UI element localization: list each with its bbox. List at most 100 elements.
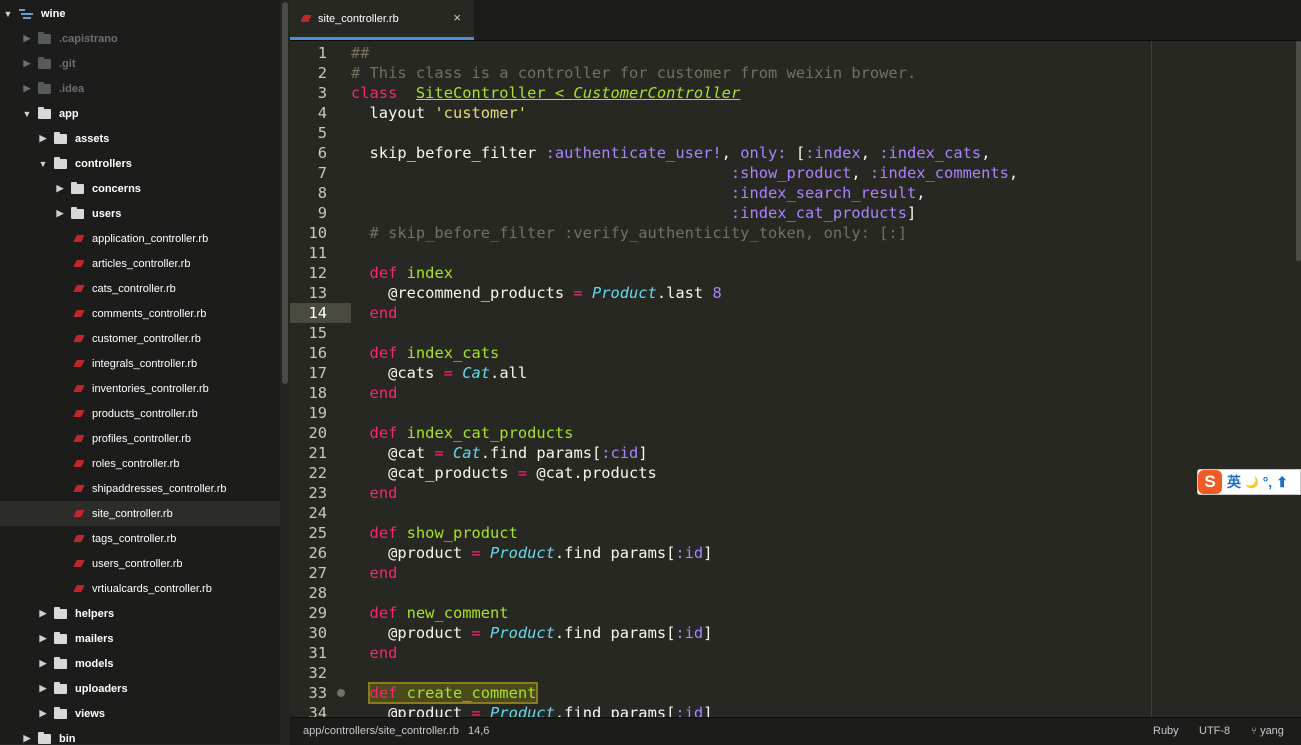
chevron-right-icon[interactable]: ▶ xyxy=(22,83,32,94)
code-line[interactable]: 23 end xyxy=(290,483,1301,503)
tree-file[interactable]: cats_controller.rb xyxy=(0,276,280,301)
code-line[interactable]: 12 def index xyxy=(290,263,1301,283)
chevron-right-icon[interactable]: ▶ xyxy=(38,708,48,719)
chevron-down-icon[interactable]: ▼ xyxy=(3,9,13,19)
status-file-path[interactable]: app/controllers/site_controller.rb xyxy=(303,725,459,737)
chevron-right-icon[interactable]: ▶ xyxy=(38,658,48,669)
code-line[interactable]: 5 xyxy=(290,123,1301,143)
tree-folder[interactable]: ▶ assets xyxy=(0,126,280,151)
tree-file[interactable]: vrtiualcards_controller.rb xyxy=(0,576,280,601)
ime-punctuation[interactable]: °, xyxy=(1263,474,1273,490)
editor-scrollbar-thumb[interactable] xyxy=(1296,41,1301,261)
code-line[interactable]: 15 xyxy=(290,323,1301,343)
line-number[interactable]: 4 xyxy=(290,103,351,123)
line-number[interactable]: 13 xyxy=(290,283,351,303)
line-number[interactable]: 10 xyxy=(290,223,351,243)
chevron-right-icon[interactable]: ▶ xyxy=(38,683,48,694)
tree-file[interactable]: site_controller.rb xyxy=(0,501,280,526)
sogou-logo-icon[interactable]: S xyxy=(1198,470,1222,494)
chevron-right-icon[interactable]: ▶ xyxy=(55,183,65,194)
line-number[interactable]: 11 xyxy=(290,243,351,263)
tree-file[interactable]: users_controller.rb xyxy=(0,551,280,576)
code-line[interactable]: 29 def new_comment xyxy=(290,603,1301,623)
tree-folder[interactable]: ▶ .capistrano xyxy=(0,26,280,51)
line-number[interactable]: 34 xyxy=(290,703,351,717)
line-number[interactable]: 29 xyxy=(290,603,351,623)
code-line[interactable]: 7 :show_product, :index_comments, xyxy=(290,163,1301,183)
chevron-right-icon[interactable]: ▶ xyxy=(38,633,48,644)
line-number[interactable]: 14 xyxy=(290,303,351,323)
code-line[interactable]: 8 :index_search_result, xyxy=(290,183,1301,203)
code-line[interactable]: 17 @cats = Cat.all xyxy=(290,363,1301,383)
line-number[interactable]: 19 xyxy=(290,403,351,423)
line-number[interactable]: 3 xyxy=(290,83,351,103)
chevron-right-icon[interactable]: ▶ xyxy=(22,33,32,44)
tree-file[interactable]: application_controller.rb xyxy=(0,226,280,251)
code-line[interactable]: 34 @product = Product.find params[:id] xyxy=(290,703,1301,717)
code-line[interactable]: 22 @cat_products = @cat.products xyxy=(290,463,1301,483)
line-number[interactable]: 16 xyxy=(290,343,351,363)
line-number[interactable]: 20 xyxy=(290,423,351,443)
line-number[interactable]: 12 xyxy=(290,263,351,283)
code-line[interactable]: 9 :index_cat_products] xyxy=(290,203,1301,223)
tree-file[interactable]: roles_controller.rb xyxy=(0,451,280,476)
chevron-down-icon[interactable]: ▼ xyxy=(22,109,32,119)
code-line[interactable]: 31 end xyxy=(290,643,1301,663)
ime-language[interactable]: 英 xyxy=(1227,472,1241,492)
line-number[interactable]: 2 xyxy=(290,63,351,83)
close-icon[interactable]: × xyxy=(453,10,461,25)
tree-file[interactable]: customer_controller.rb xyxy=(0,326,280,351)
code-line[interactable]: 19 xyxy=(290,403,1301,423)
tree-folder[interactable]: ▶ helpers xyxy=(0,601,280,626)
status-encoding[interactable]: UTF-8 xyxy=(1199,725,1230,737)
tree-folder[interactable]: ▶ .idea xyxy=(0,76,280,101)
line-number[interactable]: 31 xyxy=(290,643,351,663)
tree-folder[interactable]: ▶ models xyxy=(0,651,280,676)
line-number[interactable]: 6 xyxy=(290,143,351,163)
line-number[interactable]: 21 xyxy=(290,443,351,463)
line-number[interactable]: 30 xyxy=(290,623,351,643)
line-number[interactable]: 5 xyxy=(290,123,351,143)
tree-folder[interactable]: ▶ users xyxy=(0,201,280,226)
tree-file[interactable]: tags_controller.rb xyxy=(0,526,280,551)
project-root[interactable]: ▼ wine xyxy=(0,1,280,26)
code-line[interactable]: 10 # skip_before_filter :verify_authenti… xyxy=(290,223,1301,243)
status-cursor-position[interactable]: 14,6 xyxy=(468,725,489,737)
line-number[interactable]: 9 xyxy=(290,203,351,223)
code-line[interactable]: 13 @recommend_products = Product.last 8 xyxy=(290,283,1301,303)
code-line[interactable]: 28 xyxy=(290,583,1301,603)
code-line[interactable]: 14 end xyxy=(290,303,1301,323)
chevron-right-icon[interactable]: ▶ xyxy=(55,208,65,219)
status-grammar[interactable]: Ruby xyxy=(1153,725,1179,737)
tree-folder[interactable]: ▶ bin xyxy=(0,726,280,744)
tree-file[interactable]: comments_controller.rb xyxy=(0,301,280,326)
tree-file[interactable]: profiles_controller.rb xyxy=(0,426,280,451)
code-editor[interactable]: 1 ## 2 # This class is a controller for cus… xyxy=(290,41,1301,717)
line-number[interactable]: 26 xyxy=(290,543,351,563)
code-line[interactable]: 24 xyxy=(290,503,1301,523)
line-number[interactable]: 18 xyxy=(290,383,351,403)
tree-file[interactable]: inventories_controller.rb xyxy=(0,376,280,401)
code-line[interactable]: 25 def show_product xyxy=(290,523,1301,543)
line-number[interactable]: 1 xyxy=(290,43,351,63)
sidebar-scrollbar-thumb[interactable] xyxy=(282,2,288,384)
code-line[interactable]: 16 def index_cats xyxy=(290,343,1301,363)
code-line[interactable]: 27 end xyxy=(290,563,1301,583)
line-number[interactable]: 7 xyxy=(290,163,351,183)
code-line[interactable]: 11 xyxy=(290,243,1301,263)
code-line[interactable]: 20 def index_cat_products xyxy=(290,423,1301,443)
tree-folder[interactable]: ▼ controllers xyxy=(0,151,280,176)
code-line[interactable]: 18 end xyxy=(290,383,1301,403)
status-git-user[interactable]: ⑂ yang xyxy=(1251,725,1284,737)
code-line[interactable]: 2 # This class is a controller for custom… xyxy=(290,63,1301,83)
line-number[interactable]: 22 xyxy=(290,463,351,483)
code-line[interactable]: 32 xyxy=(290,663,1301,683)
moon-icon[interactable]: 🌙 xyxy=(1245,476,1259,489)
tree-file[interactable]: shipaddresses_controller.rb xyxy=(0,476,280,501)
line-number[interactable]: 32 xyxy=(290,663,351,683)
tab-site-controller[interactable]: site_controller.rb × xyxy=(290,0,474,40)
ime-toolbar[interactable]: S 英 🌙 °, ⬆ xyxy=(1197,469,1301,495)
line-number[interactable]: 28 xyxy=(290,583,351,603)
tree-folder[interactable]: ▶ mailers xyxy=(0,626,280,651)
line-number[interactable]: 27 xyxy=(290,563,351,583)
